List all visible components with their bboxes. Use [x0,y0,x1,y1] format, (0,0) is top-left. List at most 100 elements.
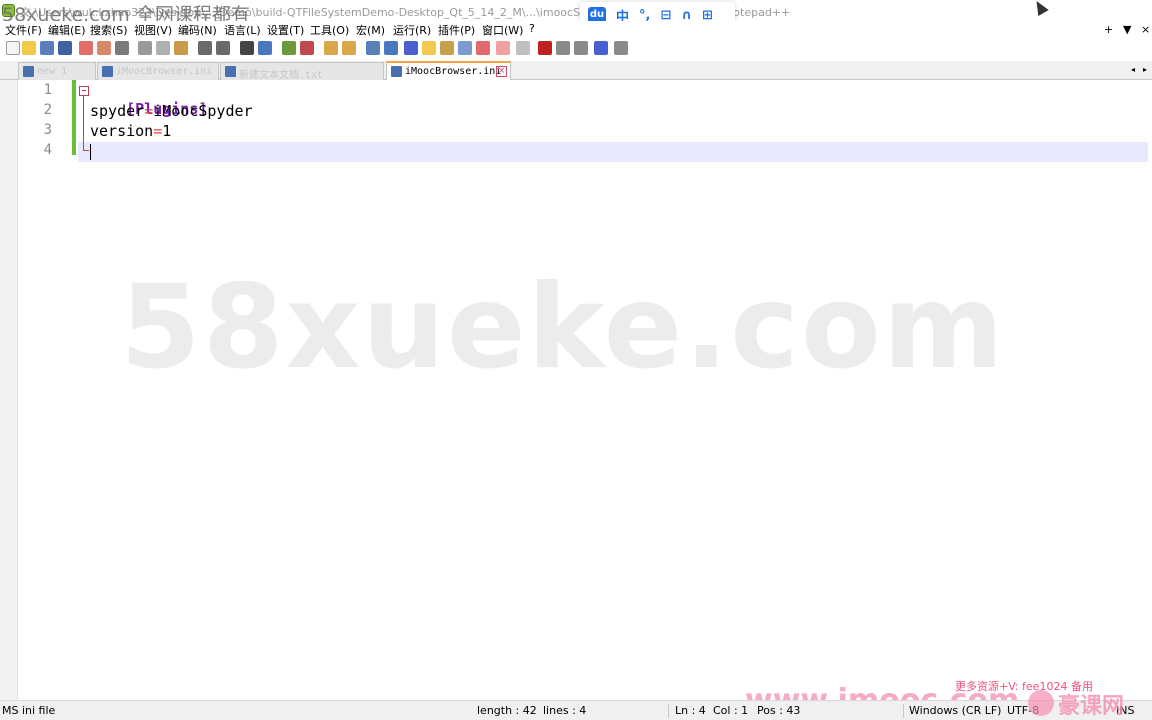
menu-plugins[interactable]: 插件(P) [438,22,475,38]
fold-guide-end [83,150,89,151]
current-line-highlight [78,142,1148,162]
tab-label: iMoocBrowser.ini [405,66,502,77]
open-file-icon[interactable] [22,41,36,55]
ini-key: version [90,122,154,140]
copy-icon[interactable] [156,41,170,55]
menu-encoding[interactable]: 编码(N) [178,22,217,38]
close-all-icon[interactable] [97,41,111,55]
function-list-icon[interactable] [440,41,454,55]
fold-collapse-icon[interactable] [79,86,89,96]
status-column: Col : 1 [713,704,749,717]
menu-tools[interactable]: 工具(O) [310,22,349,38]
code-line-3[interactable]: version=1 [90,122,171,140]
tab-bar: new 1 iMoocBrowser.ini 新建文本文档.txt iMoocB… [0,61,1152,81]
line-number-gutter [18,80,72,700]
save-all-icon[interactable] [58,41,72,55]
word-wrap-icon[interactable] [366,41,380,55]
menu-help[interactable]: ? [529,22,535,35]
file-icon [225,66,236,77]
line-number: 1 [43,82,52,98]
ini-equals: = [144,102,154,120]
status-lines: lines : 4 [543,704,587,717]
zoom-in-icon[interactable] [282,41,296,55]
new-file-icon[interactable] [6,41,20,55]
change-history-margin [72,80,76,155]
ini-key: spyder [90,102,145,120]
vertical-scrollbar[interactable] [1148,80,1152,700]
clear-icon[interactable] [496,41,510,55]
file-icon [102,66,113,77]
menu-edit[interactable]: 编辑(E) [48,22,86,38]
run-macro-multiple-icon[interactable] [594,41,608,55]
sync-vertical-icon[interactable] [324,41,338,55]
line-number: 2 [43,102,52,118]
bookmark-margin[interactable] [0,80,18,700]
editor-area[interactable]: 58xueke.com 1 2 3 4 [Plugins] spyder=iMo… [0,80,1152,700]
status-eol[interactable]: Windows (CR LF) [909,704,1001,717]
menu-view[interactable]: 视图(V) [134,22,172,38]
tab-label: new 1 [37,66,68,77]
cut-icon[interactable] [138,41,152,55]
record-macro-icon[interactable] [538,41,552,55]
file-icon [23,66,34,77]
menu-search[interactable]: 搜索(S) [90,22,128,38]
tab-new-1[interactable]: new 1 [18,62,96,80]
fold-guide [83,96,84,150]
doc-map-icon[interactable] [422,41,436,55]
find-icon[interactable] [240,41,254,55]
monitoring-icon[interactable] [476,41,490,55]
status-bar: MS ini file length : 42 lines : 4 Ln : 4… [0,700,1152,720]
status-position: Pos : 43 [757,704,801,717]
show-all-chars-icon[interactable] [384,41,398,55]
status-length: length : 42 [477,704,537,717]
menu-settings[interactable]: 设置(T) [267,22,304,38]
stop-macro-icon[interactable] [556,41,570,55]
code-line-2[interactable]: spyder=iMoocSpyder [90,102,253,120]
status-line: Ln : 4 [675,704,706,717]
toolbar [0,38,1152,58]
save-macro-icon[interactable] [614,41,628,55]
tab-label: 新建文本文档.txt [239,70,324,81]
tab-scroll-left-icon[interactable]: ◂ [1128,65,1138,75]
logo-circle-icon [1028,690,1054,716]
zoom-out-icon[interactable] [300,41,314,55]
ini-value: iMoocSpyder [153,102,253,120]
menu-window[interactable]: 窗口(W) [482,22,523,38]
view-icon[interactable] [516,41,530,55]
paste-icon[interactable] [174,41,188,55]
menu-bar: 文件(F) 编辑(E) 搜索(S) 视图(V) 编码(N) 语言(L) 设置(T… [0,21,1152,38]
status-file-type: MS ini file [2,704,56,717]
close-document-button[interactable]: × [1141,23,1150,36]
replace-icon[interactable] [258,41,272,55]
undo-icon[interactable] [198,41,212,55]
close-file-icon[interactable] [79,41,93,55]
tab-new-text-document[interactable]: 新建文本文档.txt [220,62,384,81]
print-icon[interactable] [115,41,129,55]
mouse-cursor-icon [1031,0,1049,17]
line-number: 4 [43,142,52,158]
indent-guide-icon[interactable] [404,41,418,55]
ini-equals: = [153,122,163,140]
folder-as-workspace-icon[interactable] [458,41,472,55]
ini-value: 1 [162,122,172,140]
tab-imoocbrowser-blurred[interactable]: iMoocBrowser.ini [97,62,219,80]
file-icon [391,66,402,77]
tab-label: iMoocBrowser.ini [116,66,213,77]
menu-file[interactable]: 文件(F) [5,22,42,38]
watermark-background: 58xueke.com [120,260,1006,395]
tab-list-dropdown[interactable]: ▼ [1123,23,1131,36]
save-icon[interactable] [40,41,54,55]
menu-language[interactable]: 语言(L) [224,22,261,38]
play-macro-icon[interactable] [574,41,588,55]
close-tab-icon[interactable]: × [496,66,507,77]
text-caret [90,144,91,160]
menu-run[interactable]: 运行(R) [393,22,431,38]
tab-imoocbrowser-ini[interactable]: iMoocBrowser.ini × [386,61,511,80]
new-tab-button[interactable]: + [1104,23,1113,36]
line-number: 3 [43,122,52,138]
status-divider [668,704,669,718]
menu-macro[interactable]: 宏(M) [356,22,385,38]
tab-scroll-right-icon[interactable]: ▸ [1140,65,1150,75]
sync-horizontal-icon[interactable] [342,41,356,55]
redo-icon[interactable] [216,41,230,55]
